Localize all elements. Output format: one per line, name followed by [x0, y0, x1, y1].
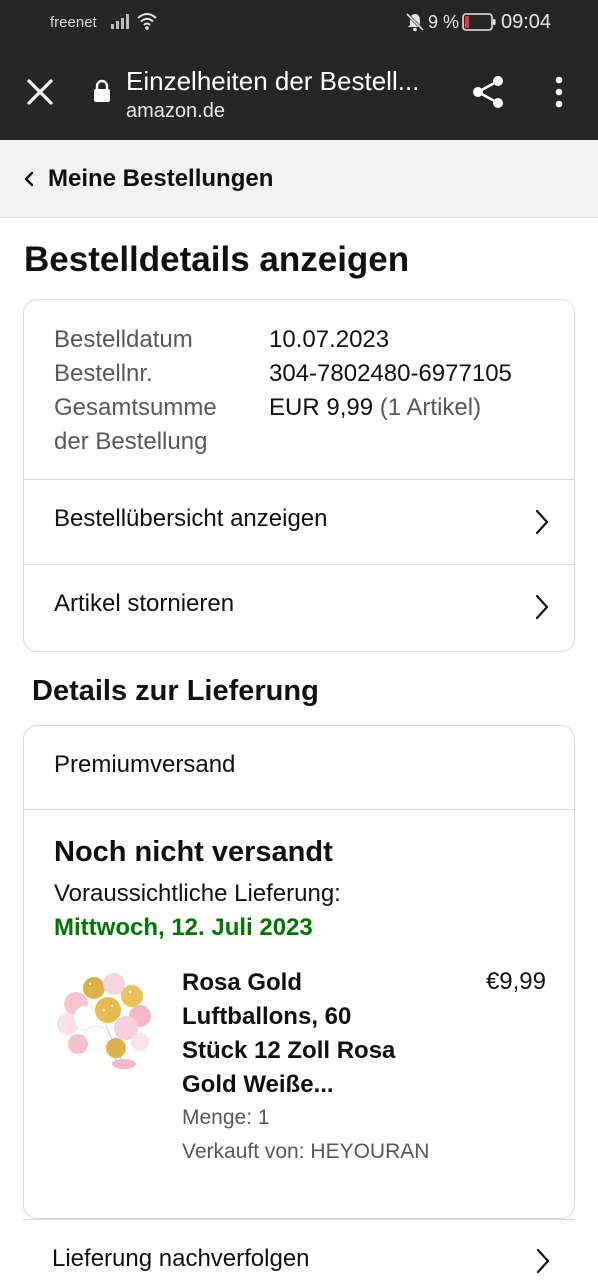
more-vert-icon[interactable]	[548, 74, 570, 110]
bell-muted-icon	[405, 12, 425, 32]
clock: 09:04	[501, 11, 552, 33]
close-icon[interactable]	[24, 76, 56, 108]
order-summary-card: Bestelldatum 10.07.2023 Bestellnr. 304-7…	[23, 299, 575, 652]
carrier-name: freenet	[50, 14, 97, 31]
view-order-summary-link[interactable]: Bestellübersicht anzeigen	[24, 480, 574, 565]
product-price: €9,99	[485, 968, 546, 995]
page-title: Bestelldetails anzeigen	[24, 240, 410, 279]
order-item-count: (1 Artikel)	[379, 394, 482, 421]
url-domain[interactable]: amazon.de	[126, 100, 225, 123]
delivery-estimate-date: Mittwoch, 12. Juli 2023	[54, 914, 313, 941]
product-image[interactable]	[54, 966, 158, 1074]
track-delivery-label: Lieferung nachverfolgen	[52, 1245, 310, 1272]
shipment-status: Noch nicht versandt	[54, 836, 333, 868]
battery-percent: 9 %	[428, 12, 460, 32]
shipping-method-label: Premiumversand	[54, 751, 236, 778]
signal-icon	[111, 14, 129, 29]
shipping-method: Premiumversand	[24, 726, 574, 810]
lock-icon	[94, 79, 110, 102]
cancel-items-label: Artikel stornieren	[54, 590, 235, 617]
product-seller: Verkauft von: HEYOURAN	[182, 1140, 430, 1163]
product-title[interactable]: Rosa Gold Luftballons, 60 Stück 12 Zoll …	[182, 966, 422, 1102]
chevron-right-icon	[535, 509, 549, 535]
chevron-right-icon	[536, 1248, 550, 1274]
order-total-value: EUR 9,99 (1 Artikel)	[269, 391, 481, 425]
chevron-left-icon	[24, 171, 34, 187]
cancel-items-link[interactable]: Artikel stornieren	[24, 565, 574, 650]
delivery-estimate-label: Voraussichtliche Lieferung:	[54, 880, 341, 907]
battery-low-icon	[462, 13, 496, 31]
product-title-line: Luftballons, 60	[182, 1003, 352, 1030]
browser-toolbar: Einzelheiten der Bestell... amazon.de	[0, 46, 598, 140]
order-total-amount: EUR 9,99	[269, 394, 374, 421]
order-info: Bestelldatum 10.07.2023 Bestellnr. 304-7…	[24, 300, 574, 480]
product-title-line: Rosa Gold	[182, 969, 303, 996]
order-date-value: 10.07.2023	[269, 326, 390, 353]
order-number-label: Bestellnr.	[54, 360, 153, 387]
chevron-right-icon	[535, 594, 549, 620]
track-delivery-link[interactable]: Lieferung nachverfolgen	[23, 1219, 575, 1280]
order-total-label-2: der Bestellung	[54, 428, 208, 455]
delivery-section-title: Details zur Lieferung	[32, 675, 319, 707]
page-tab-title: Einzelheiten der Bestell...	[126, 66, 420, 96]
breadcrumb-label[interactable]: Meine Bestellungen	[48, 165, 273, 193]
product-title-line: Stück 12 Zoll Rosa	[182, 1037, 396, 1064]
breadcrumb[interactable]: Meine Bestellungen	[0, 140, 598, 218]
delivery-card: Premiumversand Noch nicht versandt Vorau…	[23, 725, 575, 1219]
view-order-summary-label: Bestellübersicht anzeigen	[54, 505, 328, 532]
share-icon[interactable]	[470, 74, 506, 110]
order-total-label-1: Gesamtsumme	[54, 394, 217, 421]
order-number-value: 304-7802480-6977105	[269, 360, 512, 387]
wifi-icon	[137, 13, 157, 30]
status-bar: freenet 9 % 09:04	[0, 0, 598, 46]
product-title-line: Gold Weiße...	[182, 1071, 334, 1098]
product-quantity: Menge: 1	[182, 1106, 270, 1129]
order-date-label: Bestelldatum	[54, 326, 193, 353]
